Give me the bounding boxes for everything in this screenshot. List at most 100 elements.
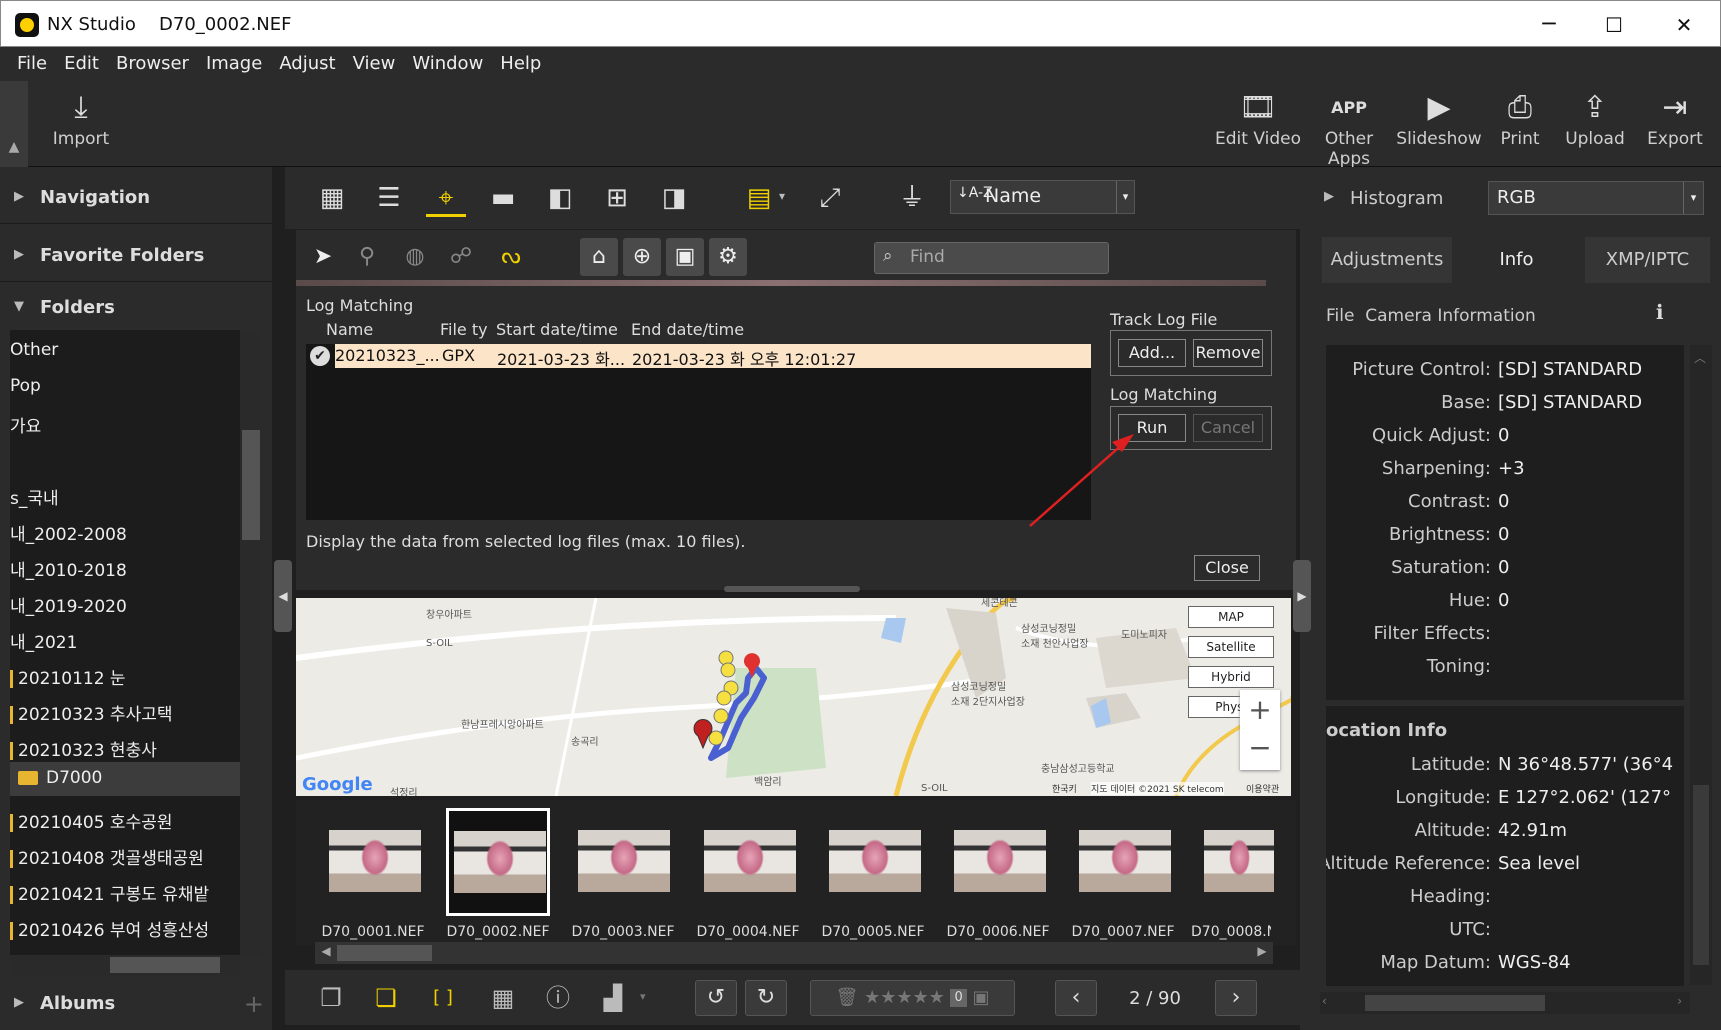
scroll-left-icon[interactable]: ‹ (1322, 994, 1327, 1008)
col-name[interactable]: Name (326, 320, 373, 339)
thumbnail[interactable] (829, 830, 921, 892)
folder-item[interactable]: s_국내 (10, 478, 240, 512)
albums-header[interactable]: ▶ Albums + (0, 978, 272, 1030)
compare-2-icon[interactable]: ◧ (540, 179, 580, 217)
chevron-down-icon[interactable]: ▾ (640, 990, 646, 1003)
scroll-thumb[interactable] (1365, 995, 1545, 1011)
protect-icon[interactable]: ▣ (973, 987, 990, 1008)
list-view-icon[interactable]: ☰ (369, 179, 409, 217)
scroll-thumb[interactable] (337, 945, 432, 961)
import-button[interactable]: ⤓ Import (50, 81, 112, 167)
home-icon[interactable]: ⌂ (580, 238, 618, 276)
next-button[interactable]: › (1215, 980, 1257, 1016)
map-view-icon[interactable]: ⌖ (426, 179, 466, 217)
collapse-left-panel-icon[interactable]: ◀ (274, 560, 292, 632)
single-view-icon[interactable]: ▬ (483, 179, 523, 217)
col-file-type[interactable]: File type (440, 320, 488, 339)
map-type-hybrid-button[interactable]: Hybrid (1188, 666, 1274, 688)
camera-info-icon[interactable]: ℹ (1656, 300, 1680, 324)
track-icon[interactable]: ☍ (442, 238, 480, 276)
location-info-title[interactable]: ocation Info (1326, 720, 1447, 741)
photo-list-icon[interactable]: ▣ (666, 238, 704, 276)
menu-view[interactable]: View (353, 47, 396, 74)
close-button[interactable]: Close (1194, 555, 1260, 581)
grid-icon[interactable]: ▦ (485, 980, 521, 1016)
crosshair-icon[interactable]: ⊕ (623, 238, 661, 276)
export-button[interactable]: ⇥ Export (1640, 81, 1710, 167)
menu-file[interactable]: File (17, 47, 47, 74)
fullscreen-icon[interactable]: ⤢ (810, 179, 850, 217)
filter-icon[interactable]: ⏚ (892, 179, 932, 217)
focus-point-icon[interactable]: [ ] (425, 980, 461, 1016)
map-type-satellite-button[interactable]: Satellite (1188, 636, 1274, 658)
folder-item[interactable]: 20210323 현충사 (10, 730, 240, 764)
pin-icon[interactable]: ⚲ (348, 238, 386, 276)
edit-video-button[interactable]: 🎞 Edit Video (1213, 81, 1303, 167)
filmstrip-scrollbar[interactable]: ◀ ▶ (315, 942, 1273, 964)
tab-xmp-iptc[interactable]: XMP/IPTC (1585, 237, 1710, 283)
folder-item[interactable]: 20210405 호수공원 (10, 802, 240, 836)
map-terms-link[interactable]: 이용약관 (1246, 782, 1279, 795)
chevron-down-icon[interactable]: ▾ (779, 189, 785, 203)
checkmark-icon[interactable]: ✔ (310, 346, 330, 366)
map-type-map-button[interactable]: MAP (1188, 606, 1274, 628)
tab-info[interactable]: Info (1454, 237, 1579, 283)
thumbnail-grid-icon[interactable]: ▦ (312, 179, 352, 217)
other-apps-button[interactable]: APP Other Apps (1303, 81, 1395, 169)
scroll-left-icon[interactable]: ◀ (315, 944, 337, 962)
folders-header[interactable]: ▼ Folders (0, 282, 272, 334)
thumbnail[interactable] (329, 830, 421, 892)
direction-icon[interactable]: ◍ (396, 238, 434, 276)
folder-item[interactable]: Other (10, 334, 240, 368)
select-all-icon[interactable]: ❏ (368, 980, 404, 1016)
run-button[interactable]: Run (1118, 414, 1186, 442)
pointer-icon[interactable]: ➤ (304, 238, 342, 276)
folder-item[interactable]: 내_2010-2018 (10, 550, 240, 584)
sort-select[interactable]: ↓A-Z Name ▾ (950, 180, 1135, 214)
rotate-left-button[interactable]: ↺ (695, 980, 737, 1016)
stack-icon[interactable]: ❐ (313, 980, 349, 1016)
compare-4-icon[interactable]: ⊞ (597, 179, 637, 217)
thumbnail[interactable] (578, 830, 670, 892)
slideshow-button[interactable]: ▶ Slideshow (1395, 81, 1483, 167)
scroll-thumb[interactable] (1693, 785, 1709, 965)
info-hscrollbar[interactable]: ‹ › (1320, 992, 1690, 1014)
folder-scrollbar[interactable] (240, 330, 262, 955)
menu-edit[interactable]: Edit (64, 47, 99, 74)
menu-browser[interactable]: Browser (116, 47, 189, 74)
folder-item[interactable]: 내_2019-2020 (10, 586, 240, 620)
folder-item[interactable]: 20210112 눈 (10, 658, 240, 692)
file-info-header[interactable]: File Camera Information (1326, 306, 1536, 326)
zoom-out-button[interactable]: − (1240, 730, 1280, 770)
close-window-button[interactable]: ✕ (1659, 7, 1709, 43)
star-rating[interactable]: ★★★★★ (864, 987, 945, 1008)
add-button[interactable]: Add... (1118, 339, 1186, 367)
before-after-icon[interactable]: ◨ (654, 179, 694, 217)
info-icon[interactable]: ⓘ (540, 980, 576, 1016)
histogram-channel-select[interactable]: RGB ▾ (1488, 181, 1704, 215)
thumbnail[interactable] (704, 830, 796, 892)
filmstrip-layout-icon[interactable]: ▤ (739, 179, 779, 217)
previous-button[interactable]: ‹ (1055, 980, 1097, 1016)
folder-item[interactable]: 가요 (10, 406, 240, 440)
thumbnail-selected[interactable] (446, 808, 550, 916)
folder-item[interactable]: 20210408 갯골생태공원 (10, 838, 240, 872)
add-album-icon[interactable]: + (244, 990, 264, 1018)
scroll-right-icon[interactable]: › (1677, 994, 1682, 1008)
thumbnail[interactable] (1079, 830, 1171, 892)
tab-adjustments[interactable]: Adjustments (1322, 237, 1452, 283)
find-input[interactable]: ⌕ Find (874, 242, 1109, 274)
settings-gear-icon[interactable]: ⚙ (709, 238, 747, 276)
folder-item[interactable]: 20210421 구봉도 유채밭 (10, 874, 240, 908)
folder-item[interactable]: 20210426 부여 성흥산성 (10, 910, 240, 944)
menu-image[interactable]: Image (206, 47, 262, 74)
collapse-right-panel-icon[interactable]: ▶ (1293, 560, 1311, 632)
remove-button[interactable]: Remove (1193, 339, 1263, 367)
histogram-icon[interactable]: ▟ (595, 980, 631, 1016)
folder-hscrollbar[interactable] (10, 955, 240, 975)
thumbnail[interactable] (954, 830, 1046, 892)
minimize-button[interactable]: ─ (1524, 7, 1574, 43)
folder-item[interactable]: Pop (10, 370, 240, 404)
maximize-button[interactable]: ☐ (1589, 7, 1639, 43)
scroll-right-icon[interactable]: ▶ (1251, 944, 1273, 962)
